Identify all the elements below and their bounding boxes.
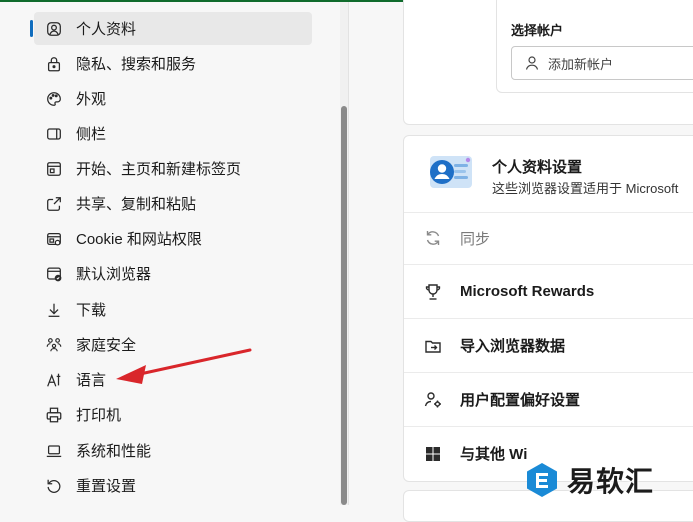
profile-settings-title: 个人资料设置 [492, 159, 583, 176]
sidebar-icon [44, 124, 64, 144]
add-account-label: 添加新帐户 [548, 56, 614, 72]
profile-settings-card: 个人资料设置 这些浏览器设置适用于 Microsoft 同步 Microsoft… [403, 135, 693, 482]
sidebar-item-label: 打印机 [76, 407, 122, 424]
sidebar-item-label: 下载 [76, 302, 107, 319]
account-title: 选择帐户 [511, 23, 564, 38]
watermark-logo-icon [527, 463, 557, 497]
sidebar-item-downloads[interactable]: 下载 [34, 293, 312, 326]
sidebar-item-label: 重置设置 [76, 478, 137, 495]
profile-icon [44, 19, 64, 39]
profile-settings-description: 这些浏览器设置适用于 Microsoft [492, 181, 679, 196]
sidebar-item-label: Cookie 和网站权限 [76, 231, 202, 248]
add-account-button[interactable]: 添加新帐户 [511, 46, 693, 80]
sidebar-item-label: 语言 [76, 372, 107, 389]
account-card: 选择帐户 添加新帐户 [403, 0, 693, 125]
printer-icon [44, 405, 64, 425]
sidebar-item-reset[interactable]: 重置设置 [34, 469, 312, 502]
settings-content: 选择帐户 添加新帐户 个人资料设置 这些浏览器设置适用于 Microsoft 同… [349, 0, 693, 522]
lock-icon [44, 54, 64, 74]
sidebar-item-label: 外观 [76, 91, 107, 108]
rewards-row[interactable]: Microsoft Rewards [404, 265, 693, 319]
sidebar-item-label: 个人资料 [76, 21, 137, 38]
sidebar-item-start-home[interactable]: 开始、主页和新建标签页 [34, 152, 312, 185]
sidebar-scrollbar-thumb[interactable] [341, 106, 347, 505]
laptop-icon [44, 441, 64, 461]
sidebar-item-privacy[interactable]: 隐私、搜索和服务 [34, 47, 312, 80]
share-icon [44, 194, 64, 214]
family-icon [44, 335, 64, 355]
sidebar-item-label: 默认浏览器 [76, 266, 152, 283]
download-icon [44, 300, 64, 320]
home-tab-icon [44, 159, 64, 179]
sidebar-item-profile[interactable]: 个人资料 [30, 12, 312, 45]
watermark: 易软汇 [525, 458, 691, 502]
sidebar-item-printers[interactable]: 打印机 [34, 398, 312, 431]
person-add-icon [525, 56, 539, 70]
profile-settings-header: 个人资料设置 这些浏览器设置适用于 Microsoft [404, 136, 693, 213]
sidebar-item-system[interactable]: 系统和性能 [34, 434, 312, 467]
user-settings-icon [422, 389, 444, 411]
sidebar-item-label: 侧栏 [76, 126, 107, 143]
sidebar-item-label: 开始、主页和新建标签页 [76, 161, 242, 178]
profile-settings-illustration [430, 156, 472, 188]
account-selector-panel: 选择帐户 添加新帐户 [496, 0, 693, 93]
sidebar-item-family[interactable]: 家庭安全 [34, 328, 312, 361]
rewards-label: Microsoft Rewards [460, 283, 595, 300]
watermark-text: 易软汇 [567, 466, 655, 497]
sidebar-item-language[interactable]: 语言 [34, 363, 312, 396]
default-browser-icon [44, 264, 64, 284]
profile-preferences-label: 用户配置偏好设置 [460, 392, 581, 409]
profile-preferences-row[interactable]: 用户配置偏好设置 [404, 373, 693, 427]
share-with-others-label: 与其他 Wi [460, 446, 528, 463]
windows-icon [422, 443, 444, 465]
sidebar-item-label: 共享、复制和粘贴 [76, 196, 197, 213]
sidebar-item-default-browser[interactable]: 默认浏览器 [34, 257, 312, 290]
import-data-row[interactable]: 导入浏览器数据 [404, 319, 693, 373]
sidebar-item-cookies[interactable]: Cookie 和网站权限 [34, 222, 312, 255]
sidebar-item-sidebar[interactable]: 侧栏 [34, 117, 312, 150]
import-icon [422, 335, 444, 357]
reset-icon [44, 476, 64, 496]
sync-label: 同步 [460, 230, 491, 248]
palette-icon [44, 89, 64, 109]
sidebar-item-label: 隐私、搜索和服务 [76, 56, 197, 73]
active-indicator [30, 20, 33, 37]
cookie-icon [44, 229, 64, 249]
sidebar-item-share[interactable]: 共享、复制和粘贴 [34, 187, 312, 220]
trophy-icon [422, 281, 444, 303]
language-icon [44, 370, 64, 390]
sidebar-item-label: 系统和性能 [76, 443, 152, 460]
import-data-label: 导入浏览器数据 [460, 338, 566, 355]
sync-icon [422, 227, 444, 249]
sidebar-item-appearance[interactable]: 外观 [34, 82, 312, 115]
sync-row[interactable]: 同步 [404, 212, 693, 265]
sidebar-item-label: 家庭安全 [76, 337, 137, 354]
settings-sidebar: 个人资料 隐私、搜索和服务 外观 侧栏 开始、主页和新建标签页 共享、复制和粘贴 [0, 2, 340, 505]
